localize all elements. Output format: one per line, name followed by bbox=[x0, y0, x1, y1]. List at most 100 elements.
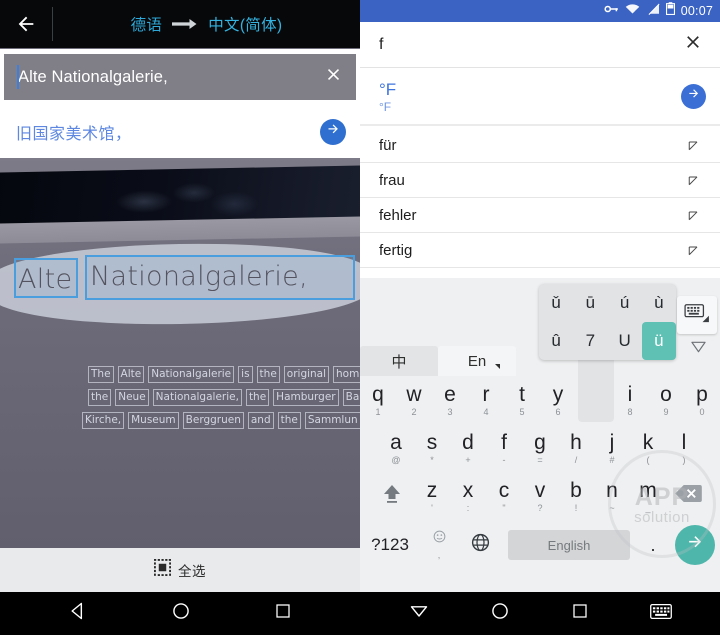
key-a[interactable]: a @ bbox=[378, 424, 414, 472]
circle-home-icon[interactable] bbox=[490, 601, 510, 626]
space-key[interactable]: English bbox=[508, 530, 630, 560]
ocr-token[interactable]: Bahn bbox=[342, 389, 360, 406]
list-item[interactable]: frau bbox=[360, 163, 720, 198]
key-n[interactable]: n ~ bbox=[594, 472, 630, 520]
list-item[interactable]: fertig bbox=[360, 233, 720, 268]
clear-search-button[interactable] bbox=[680, 32, 706, 58]
shift-key[interactable] bbox=[370, 472, 414, 520]
keyboard-tab-english[interactable]: En bbox=[438, 346, 516, 376]
accent-key[interactable]: U bbox=[608, 322, 642, 360]
source-language-label[interactable]: 德语 bbox=[131, 13, 163, 35]
key-e[interactable]: e3 bbox=[432, 376, 468, 424]
key-c[interactable]: c " bbox=[486, 472, 522, 520]
ocr-token[interactable]: Berggruen bbox=[182, 412, 244, 429]
open-translation-button[interactable] bbox=[320, 118, 346, 145]
ocr-token[interactable]: Hamburger bbox=[273, 389, 339, 406]
square-recents-icon[interactable] bbox=[274, 602, 292, 625]
ocr-token[interactable]: Kirche, bbox=[82, 412, 125, 429]
accent-key[interactable]: 7 bbox=[573, 322, 607, 360]
key-g[interactable]: g = bbox=[522, 424, 558, 472]
language-switch-key[interactable] bbox=[458, 532, 502, 558]
accent-key[interactable]: ū bbox=[573, 284, 607, 322]
key-i[interactable]: i8 bbox=[612, 376, 648, 424]
key-l[interactable]: l) bbox=[666, 424, 702, 472]
search-input[interactable]: f bbox=[379, 36, 680, 54]
back-button[interactable] bbox=[0, 0, 52, 48]
accent-key[interactable]: ú bbox=[608, 284, 642, 322]
key-z[interactable]: z ' bbox=[414, 472, 450, 520]
ocr-token[interactable]: Alte bbox=[117, 366, 145, 383]
translation-result-row[interactable]: 旧国家美术馆， bbox=[0, 105, 360, 158]
accent-key[interactable]: û bbox=[539, 322, 573, 360]
ocr-token[interactable]: the bbox=[256, 366, 280, 383]
primary-result-go-button[interactable] bbox=[681, 84, 706, 109]
accent-character-popup[interactable]: ǔ ū ú ù û 7 U ü bbox=[539, 284, 676, 360]
ocr-token[interactable]: is bbox=[238, 366, 253, 383]
accent-key-selected[interactable]: ü bbox=[641, 322, 676, 360]
arrow-up-left-icon[interactable] bbox=[683, 172, 703, 189]
triangle-back-icon[interactable] bbox=[68, 601, 88, 626]
key-f[interactable]: f- bbox=[486, 424, 522, 472]
ocr-paragraph-line[interactable]: the Neue Nationalgalerie, the Hamburger … bbox=[88, 389, 360, 406]
symbols-key[interactable]: ?123 bbox=[360, 535, 420, 555]
circle-home-icon[interactable] bbox=[171, 601, 191, 626]
keyboard-collapse-button[interactable] bbox=[691, 340, 706, 358]
ocr-token[interactable]: Sammlun bbox=[304, 412, 360, 429]
ocr-token[interactable]: original bbox=[283, 366, 330, 383]
key-s[interactable]: s * bbox=[414, 424, 450, 472]
key-x[interactable]: x: bbox=[450, 472, 486, 520]
key-h[interactable]: h / bbox=[558, 424, 594, 472]
ocr-token[interactable]: the bbox=[88, 389, 112, 406]
key-k[interactable]: k( bbox=[630, 424, 666, 472]
key-m[interactable]: m _ bbox=[630, 472, 666, 520]
enter-key[interactable] bbox=[670, 525, 720, 565]
ocr-paragraph-line[interactable]: The Alte Nationalgalerie is the original… bbox=[88, 366, 360, 383]
key-o[interactable]: o9 bbox=[648, 376, 684, 424]
search-bar[interactable]: f bbox=[360, 22, 720, 68]
accent-key[interactable]: ù bbox=[642, 284, 676, 322]
arrow-up-left-icon[interactable] bbox=[683, 207, 703, 224]
svg-text:x: x bbox=[635, 10, 638, 16]
backspace-key[interactable] bbox=[666, 472, 710, 520]
key-q[interactable]: q1 bbox=[360, 376, 396, 424]
primary-result-row[interactable]: °F °F bbox=[360, 69, 720, 126]
ocr-token[interactable]: Museum bbox=[128, 412, 179, 429]
arrow-up-left-icon[interactable] bbox=[683, 137, 703, 154]
clear-text-button[interactable] bbox=[320, 64, 346, 90]
source-text-field[interactable]: Alte Nationalgalerie, bbox=[4, 54, 356, 100]
target-language-label[interactable]: 中文(简体) bbox=[208, 13, 282, 35]
ocr-token[interactable]: Nationalgalerie bbox=[148, 366, 235, 383]
select-all-bar[interactable]: 全选 bbox=[0, 548, 360, 592]
list-item[interactable]: fehler bbox=[360, 198, 720, 233]
primary-result-texts: °F °F bbox=[379, 80, 681, 114]
key-b[interactable]: b! bbox=[558, 472, 594, 520]
ocr-token[interactable]: the bbox=[277, 412, 301, 429]
accent-key[interactable]: ǔ bbox=[539, 284, 573, 322]
period-key[interactable]: . bbox=[636, 535, 670, 556]
square-recents-icon[interactable] bbox=[571, 602, 589, 625]
key-r[interactable]: r4 bbox=[468, 376, 504, 424]
triangle-down-back-icon[interactable] bbox=[409, 601, 429, 626]
comma-emoji-key[interactable]: , bbox=[420, 530, 458, 560]
key-d[interactable]: d + bbox=[450, 424, 486, 472]
keyboard-icon[interactable] bbox=[649, 603, 672, 625]
keyboard-tab-chinese[interactable]: 中 bbox=[360, 346, 438, 376]
keyboard-resize-button[interactable] bbox=[677, 296, 717, 334]
camera-photo-area[interactable]: Alte Nationalgalerie, The Alte Nationalg… bbox=[0, 158, 360, 548]
key-y[interactable]: y6 bbox=[540, 376, 576, 424]
ocr-token[interactable]: The bbox=[88, 366, 114, 383]
arrow-up-left-icon[interactable] bbox=[683, 242, 703, 259]
ocr-token[interactable]: Nationalgalerie, bbox=[152, 389, 242, 406]
key-j[interactable]: j # bbox=[594, 424, 630, 472]
ocr-token[interactable]: home bbox=[333, 366, 360, 383]
ocr-token[interactable]: and bbox=[247, 412, 274, 429]
list-item[interactable]: für bbox=[360, 128, 720, 163]
key-t[interactable]: t5 bbox=[504, 376, 540, 424]
ocr-token[interactable]: the bbox=[245, 389, 270, 406]
key-w[interactable]: w2 bbox=[396, 376, 432, 424]
ocr-paragraph-line[interactable]: Kirche, Museum Berggruen and the Sammlun bbox=[82, 412, 360, 429]
key-p[interactable]: p0 bbox=[684, 376, 720, 424]
language-selector[interactable]: 德语 中文(简体) bbox=[53, 13, 360, 35]
ocr-token[interactable]: Neue bbox=[115, 389, 149, 406]
key-v[interactable]: v? bbox=[522, 472, 558, 520]
